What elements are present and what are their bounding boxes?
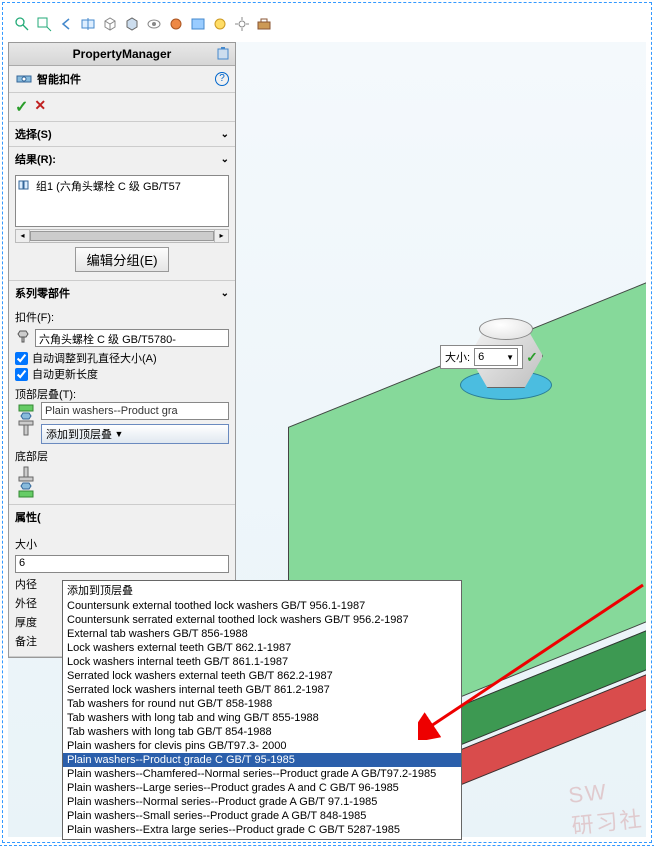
bolt-model[interactable]	[460, 370, 552, 400]
zoom-area-icon[interactable]	[34, 14, 54, 34]
bolt-top-face	[479, 318, 533, 340]
dropdown-item[interactable]: Tab washers with long tab and wing GB/T …	[63, 711, 461, 725]
dropdown-item[interactable]: Plain washers--Product grade C GB/T 95-1…	[63, 753, 461, 767]
bolt-icon	[15, 328, 31, 347]
dropdown-item[interactable]: Serrated lock washers internal teeth GB/…	[63, 683, 461, 697]
properties-label: 属性(	[15, 509, 41, 525]
dropdown-item[interactable]: Lock washers external teeth GB/T 862.1-1…	[63, 641, 461, 655]
dropdown-item[interactable]: Serrated lock washers external teeth GB/…	[63, 669, 461, 683]
callout-size-dropdown[interactable]: 6 ▼	[474, 348, 518, 366]
dropdown-item[interactable]: Tab washers for round nut GB/T 858-1988	[63, 697, 461, 711]
zoom-fit-icon[interactable]	[12, 14, 32, 34]
dropdown-item[interactable]: Plain washers--Small series--Product gra…	[63, 809, 461, 823]
top-stack-value[interactable]: Plain washers--Product gra	[41, 402, 229, 420]
cancel-button[interactable]: ✕	[34, 97, 46, 117]
ok-button[interactable]: ✓	[15, 97, 28, 117]
panel-header: PropertyManager	[9, 43, 235, 66]
toolbox-icon[interactable]	[254, 14, 274, 34]
edit-group-button[interactable]: 编辑分组(E)	[75, 247, 168, 272]
callout-size-value: 6	[478, 351, 484, 363]
results-item[interactable]: 组1 (六角头螺栓 C 级 GB/T57	[18, 178, 226, 194]
chevron-icon: ⌄	[221, 129, 229, 140]
combo-text: 添加到顶层叠	[46, 426, 112, 442]
settings-icon[interactable]	[232, 14, 252, 34]
dropdown-arrow-icon: ▼	[112, 429, 126, 439]
dropdown-item[interactable]: Plain washers--Large series--Product gra…	[63, 781, 461, 795]
dropdown-item[interactable]: Plain washers--Normal series--Product gr…	[63, 795, 461, 809]
auto-length-checkbox[interactable]: 自动更新长度	[15, 366, 229, 382]
dropdown-item[interactable]: 添加到顶层叠	[63, 581, 461, 599]
auto-hole-checkbox[interactable]: 自动调整到孔直径大小(A)	[15, 350, 229, 366]
dropdown-arrow-icon: ▼	[506, 353, 514, 362]
note-label: 备注	[15, 633, 45, 649]
smart-fastener-icon	[15, 70, 33, 88]
fastener-input[interactable]: 六角头螺栓 C 级 GB/T5780-	[35, 329, 229, 347]
dropdown-item[interactable]: Tab washers with long tab GB/T 854-1988	[63, 725, 461, 739]
top-stack-icon[interactable]	[15, 402, 37, 438]
dropdown-item[interactable]: External tab washers GB/T 856-1988	[63, 627, 461, 641]
dropdown-item[interactable]: Square taper washers for I section GB/T …	[63, 837, 461, 840]
scroll-left-icon[interactable]: ◂	[16, 230, 30, 242]
stack-dropdown-list[interactable]: 添加到顶层叠Countersunk external toothed lock …	[62, 580, 462, 840]
results-label: 结果(R):	[15, 151, 56, 167]
dropdown-item[interactable]: Lock washers internal teeth GB/T 861.1-1…	[63, 655, 461, 669]
series-label: 系列零部件	[15, 285, 70, 301]
help-icon[interactable]: ?	[215, 72, 229, 86]
chevron-icon: ⌄	[221, 154, 229, 165]
hide-show-icon[interactable]	[144, 14, 164, 34]
results-section-header[interactable]: 结果(R): ⌄	[9, 147, 235, 171]
property-manager-panel: PropertyManager 智能扣件 ? ✓ ✕ 选择(S) ⌄ 结果(R)…	[8, 42, 236, 658]
appearance-icon[interactable]	[166, 14, 186, 34]
display-style-icon[interactable]	[122, 14, 142, 34]
results-scrollbar[interactable]: ◂ ▸	[15, 229, 229, 243]
prev-view-icon[interactable]	[56, 14, 76, 34]
results-listbox[interactable]: 组1 (六角头螺栓 C 级 GB/T57	[15, 175, 229, 227]
inner-dia-label: 内径	[15, 576, 45, 592]
feature-title: 智能扣件	[37, 71, 81, 87]
size-label: 大小	[15, 536, 45, 552]
fastener-label: 扣件(F):	[15, 309, 229, 325]
callout-label: 大小:	[445, 349, 470, 365]
auto-hole-check[interactable]	[15, 352, 28, 365]
dropdown-item[interactable]: Plain washers for clevis pins GB/T97.3- …	[63, 739, 461, 753]
view-orient-icon[interactable]	[100, 14, 120, 34]
size-value[interactable]: 6	[15, 555, 229, 573]
auto-hole-label: 自动调整到孔直径大小(A)	[32, 350, 157, 366]
pin-icon[interactable]	[215, 46, 231, 62]
add-top-stack-combo[interactable]: 添加到顶层叠 ▼	[41, 424, 229, 444]
dropdown-item[interactable]: Plain washers--Chamfered--Normal series-…	[63, 767, 461, 781]
scroll-thumb[interactable]	[30, 231, 214, 241]
properties-section-header[interactable]: 属性(	[9, 505, 235, 529]
auto-length-check[interactable]	[15, 368, 28, 381]
render-icon[interactable]	[210, 14, 230, 34]
outer-dia-label: 外径	[15, 595, 45, 611]
dropdown-item[interactable]: Plain washers--Extra large series--Produ…	[63, 823, 461, 837]
watermark: SW研习社	[567, 775, 645, 840]
selection-section-header[interactable]: 选择(S) ⌄	[9, 122, 235, 146]
scroll-right-icon[interactable]: ▸	[214, 230, 228, 242]
panel-title: PropertyManager	[73, 47, 172, 61]
chevron-icon: ⌄	[221, 288, 229, 299]
section-view-icon[interactable]	[78, 14, 98, 34]
dropdown-item[interactable]: Countersunk serrated external toothed lo…	[63, 613, 461, 627]
top-stack-label: 顶部层叠(T):	[15, 386, 229, 402]
view-toolbar	[8, 10, 646, 38]
size-callout: 大小: 6 ▼ ✓	[440, 345, 538, 369]
auto-length-label: 自动更新长度	[32, 366, 98, 382]
bottom-stack-label: 底部层	[15, 448, 229, 464]
series-section-header[interactable]: 系列零部件 ⌄	[9, 281, 235, 305]
bottom-stack-icon[interactable]	[15, 464, 37, 500]
dropdown-item[interactable]: Countersunk external toothed lock washer…	[63, 599, 461, 613]
group-icon	[18, 179, 32, 194]
scene-icon[interactable]	[188, 14, 208, 34]
results-item-text: 组1 (六角头螺栓 C 级 GB/T57	[36, 178, 181, 194]
callout-confirm-icon[interactable]: ✓	[526, 349, 538, 366]
thickness-label: 厚度	[15, 614, 45, 630]
selection-label: 选择(S)	[15, 126, 52, 142]
